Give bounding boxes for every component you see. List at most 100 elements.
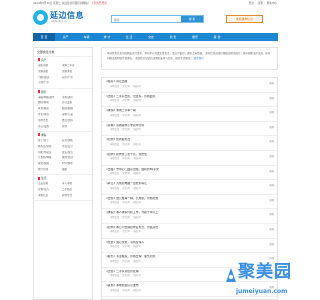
nav-item-dating[interactable]: 交友 bbox=[141, 33, 161, 41]
post-meta-item: 评论(0) bbox=[122, 215, 131, 219]
post-meta: 本地信息 评论(0) 浏览(5) bbox=[110, 128, 144, 132]
post-title[interactable]: 【租房】转让出租 bbox=[105, 80, 255, 83]
post-meta-item: 浏览(2) bbox=[133, 288, 141, 292]
list-item[interactable]: 【家教】家教辅导小学初中全科 本地信息 评论(0) 浏览(5) 刚刚 bbox=[102, 122, 277, 137]
post-title[interactable]: 【转让】九成新电脑一台低价转让 bbox=[105, 182, 255, 185]
category-link[interactable]: 兼职 bbox=[62, 167, 92, 173]
post-meta-item: 评论(0) bbox=[122, 99, 131, 103]
category-marker-icon bbox=[38, 176, 40, 180]
nav-item-house[interactable]: 房产 bbox=[56, 33, 75, 41]
post-title[interactable]: 【出售】婴儿推车一辆，九成新，价格优惠 bbox=[105, 197, 255, 200]
nav-item-other[interactable]: 其 他 bbox=[207, 33, 227, 41]
post-title[interactable]: 【招聘】招聘普工若干名，包吃住 bbox=[105, 153, 255, 156]
search-box: 搜 索 bbox=[111, 15, 204, 23]
login-hint: 下列为已登录 bbox=[91, 2, 107, 5]
help-link[interactable]: 帮助中心 bbox=[267, 2, 277, 5]
nav-item-life[interactable]: 生 活 bbox=[119, 33, 139, 41]
publish-button[interactable]: 免费发布信息 bbox=[226, 15, 263, 23]
post-meta-item: 本地信息 bbox=[110, 274, 120, 278]
post-meta-item: 评论(0) bbox=[122, 172, 131, 176]
post-title[interactable]: 【服务】专业搬家，价格合理，服务周到 bbox=[105, 255, 255, 258]
post-meta-item: 本地信息 bbox=[110, 230, 120, 234]
sidebar-heading: 全部信息分类 bbox=[34, 48, 92, 57]
post-meta-item: 浏览(4) bbox=[133, 157, 141, 161]
post-meta-item: 评论(0) bbox=[122, 157, 131, 161]
post-title[interactable]: 【家教】家教辅导小学初中全科 bbox=[105, 124, 255, 127]
post-meta-item: 评论(0) bbox=[122, 245, 131, 249]
post-time: 刚刚 bbox=[269, 82, 274, 85]
top-bar: 2024年8月20日 星期二 欢迎您访问我们的网站！ 下列为已登录 登录 注册 … bbox=[33, 2, 277, 7]
list-item[interactable]: 【出售】婴儿推车一辆，九成新，价格优惠 本地信息 评论(0) 浏览(1) 刚刚 bbox=[102, 195, 277, 210]
notice-box: 本站所有信息均由网友自行发布，本站不对其真实性负责，请自行甄别，谨防上当受骗。 … bbox=[101, 47, 278, 70]
post-meta-item: 浏览(3) bbox=[133, 259, 141, 263]
list-item[interactable]: 【招聘】招聘普工若干名，包吃住 本地信息 评论(0) 浏览(4) 刚刚 bbox=[102, 151, 277, 166]
list-item[interactable]: 【招聘】招聘服务员 本地信息 评论(0) 浏览(1) 刚刚 bbox=[102, 136, 277, 151]
post-meta: 本地信息 评论(0) 浏览(1) bbox=[110, 84, 144, 89]
category-link[interactable]: 医疗护理 bbox=[38, 167, 62, 173]
post-time: 刚刚 bbox=[269, 257, 274, 261]
main-nav: 首 页 房产 车辆 求 才 生 活 交友 商 务 娱乐 其 他 bbox=[33, 33, 278, 41]
post-title[interactable]: 【招聘】本公司长期招聘业务员，待遇从优 bbox=[105, 226, 255, 229]
watermark-url: jumeiyuan.com bbox=[236, 288, 288, 295]
date-text: 2024年8月20日 星期二 bbox=[33, 2, 61, 5]
category-link[interactable]: 其他生活 bbox=[62, 193, 92, 199]
register-link[interactable]: 注册 bbox=[258, 2, 263, 5]
post-meta: 本地信息 评论(0) 浏览(1) bbox=[110, 231, 144, 234]
post-meta: 本地信息 评论(0) 浏览(1) bbox=[110, 201, 144, 205]
post-title[interactable]: 【出售】二手房出售，位置好，价格面议 bbox=[105, 95, 255, 98]
post-title[interactable]: 【求职】本人求职司机工作，驾龄十年以上 bbox=[105, 211, 255, 214]
nav-item-jobs[interactable]: 求 才 bbox=[97, 33, 117, 41]
post-meta-item: 浏览(3) bbox=[133, 113, 141, 117]
list-item[interactable]: 【出售】二手房出售，位置好，价格面议 本地信息 评论(0) 浏览(2) 刚刚 bbox=[102, 93, 277, 108]
post-meta-item: 浏览(1) bbox=[133, 142, 141, 146]
nav-item-home[interactable]: 首 页 bbox=[33, 33, 55, 41]
post-meta: 本地信息 评论(0) 浏览(2) bbox=[110, 215, 144, 220]
list-item[interactable]: 【交友】诚心交友，寻找有缘人 本地信息 评论(0) 浏览(1) 刚刚 bbox=[102, 239, 277, 254]
list-item[interactable]: 【租房】转让出租 本地信息 评论(0) 浏览(1) 刚刚 bbox=[102, 78, 277, 93]
logo-url: www.ybxx.cn bbox=[51, 20, 67, 23]
post-time: 刚刚 bbox=[269, 96, 274, 100]
search-button[interactable]: 搜 索 bbox=[181, 16, 203, 22]
list-item[interactable]: 【出租】市中心门面房出租，面积约80平米 本地信息 评论(0) 浏览(2) 刚刚 bbox=[102, 166, 277, 181]
search-input[interactable] bbox=[114, 17, 180, 22]
post-meta-item: 浏览(2) bbox=[133, 172, 141, 176]
list-item[interactable]: 【求职】本人求职司机工作，驾龄十年以上 本地信息 评论(0) 浏览(2) 刚刚 bbox=[102, 209, 277, 224]
site-logo[interactable]: 延边信息 www.ybxx.cn bbox=[33, 10, 85, 28]
nav-item-entertainment[interactable]: 娱乐 bbox=[185, 33, 205, 41]
category-link[interactable]: 办公/设备 bbox=[38, 124, 62, 130]
contact-link[interactable]: 联系我们 bbox=[194, 57, 204, 60]
post-meta-item: 评论(0) bbox=[122, 201, 131, 205]
category-link[interactable]: 土地/厂房 bbox=[38, 80, 62, 86]
post-meta-item: 本地信息 bbox=[110, 186, 120, 190]
watermark-text: 聚美园 bbox=[238, 262, 292, 282]
post-meta-item: 评论(0) bbox=[122, 142, 131, 146]
post-time: 刚刚 bbox=[269, 227, 274, 231]
post-meta-item: 本地信息 bbox=[110, 99, 120, 103]
post-meta-item: 本地信息 bbox=[110, 113, 120, 117]
list-item[interactable]: 【求购】求购二手车一辆 本地信息 评论(0) 浏览(3) 刚刚 bbox=[102, 107, 277, 122]
post-meta: 本地信息 评论(0) 浏览(3) bbox=[110, 113, 144, 118]
nav-item-vehicle[interactable]: 车辆 bbox=[77, 33, 96, 41]
post-meta-item: 浏览(1) bbox=[133, 84, 141, 88]
category-link[interactable]: 求购信息 bbox=[38, 193, 62, 199]
category-link[interactable]: 其他 bbox=[62, 124, 92, 130]
post-title[interactable]: 【求购】求购二手车一辆 bbox=[105, 109, 255, 112]
login-link[interactable]: 登录 bbox=[249, 2, 254, 5]
category-title-label: 生活 bbox=[41, 176, 47, 181]
post-meta-item: 浏览(1) bbox=[133, 245, 141, 249]
category-link[interactable] bbox=[62, 80, 92, 86]
category-title-label: 求职 bbox=[41, 132, 47, 137]
top-links: 登录 注册 帮助中心 bbox=[246, 2, 277, 5]
post-meta-item: 浏览(2) bbox=[133, 215, 141, 219]
post-title[interactable]: 【交友】诚心交友，寻找有缘人 bbox=[105, 241, 255, 244]
nav-item-business[interactable]: 商 务 bbox=[163, 33, 183, 41]
list-item[interactable]: 【转让】九成新电脑一台低价转让 本地信息 评论(0) 浏览(3) 刚刚 bbox=[102, 180, 277, 195]
welcome-message: 欢迎您访问我们的网站！ bbox=[61, 2, 91, 5]
post-time: 刚刚 bbox=[269, 198, 274, 202]
post-title[interactable]: 【出租】市中心门面房出租，面积约80平米 bbox=[105, 168, 255, 171]
post-title[interactable]: 【招聘】招聘服务员 bbox=[105, 138, 255, 141]
post-meta: 本地信息 评论(0) 浏览(1) bbox=[110, 142, 144, 147]
list-item[interactable]: 【招聘】本公司长期招聘业务员，待遇从优本地信息 评论(0) 浏览(1) 刚刚 bbox=[102, 224, 277, 239]
post-meta-item: 评论(0) bbox=[122, 230, 131, 234]
category-group: 服务 电脑/网络/软件 手机/通讯 数码/家电 办公设备 家具/家居 服装/鞋帽 文化/体育母… bbox=[34, 89, 92, 132]
